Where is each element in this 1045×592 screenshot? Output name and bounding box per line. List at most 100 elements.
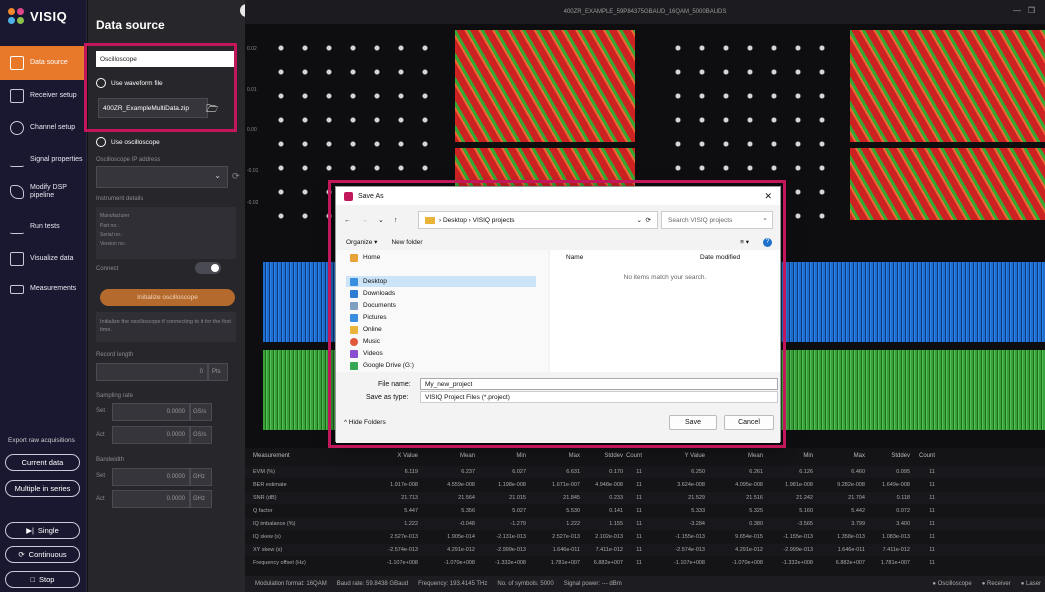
folder-open-icon[interactable]: 🗁 [206,102,218,119]
table-row: BER estimate 1.917e-008 4.559e-008 1.198e-0… [245,479,1045,491]
use-oscilloscope-radio[interactable]: Use oscilloscope [96,137,160,147]
table-header-cell: Count [918,453,935,459]
measurements-icon [10,284,24,294]
address-bar[interactable]: › Desktop › VISIQ projects ⌄ ⟳ [418,211,658,229]
nav-receiver-setup[interactable]: Receiver setup [0,79,87,113]
table-cell: 21.713 [401,495,418,501]
part-no-label: Part no.: [100,223,119,229]
sampling-rate-label: Sampling rate [96,393,134,399]
table-cell: SNR (dB) [253,495,277,501]
breadcrumb-desktop[interactable]: Desktop [443,217,467,224]
tree-item-online[interactable]: Online [346,324,536,335]
table-cell: 2.527e-013 [390,534,418,540]
bandwidth-label: Bandwidth [96,457,125,463]
ip-select[interactable]: ⌄ [96,166,228,188]
table-cell: 1.198e-008 [498,482,526,488]
chevron-down-icon[interactable]: ⌄ [378,216,384,224]
table-row: IQ imbalance (%) 1.222 -0.048 -1.279 1.222 1.… [245,518,1045,530]
toggle-knob [211,264,219,272]
view-icon[interactable]: ≡ ▾ [740,238,749,246]
forward-icon[interactable]: → [361,217,368,224]
record-length-input[interactable]: 0 [96,363,208,381]
desktop-icon [350,277,358,286]
table-cell: IQ skew (s) [253,534,281,540]
hide-folders-button[interactable]: ^ Hide Folders [344,419,386,426]
tree-label: Documents [363,302,396,309]
tree-item-documents[interactable]: Documents [346,300,536,311]
status-frequency: Frequency: 193.4145 THz [418,581,488,587]
restore-icon[interactable]: ❐ [1028,6,1035,15]
tree-item-home[interactable]: Home [346,252,536,263]
check-icon [96,78,106,88]
tests-icon [10,220,24,234]
table-cell: 21.529 [688,495,705,501]
table-cell: 4.559e-008 [447,482,475,488]
stop-button[interactable]: □ Stop [5,571,80,588]
nav-data-source[interactable]: Data source [0,46,87,80]
cancel-button[interactable]: Cancel [724,415,774,430]
use-waveform-radio[interactable]: Use waveform file [96,78,163,88]
table-cell: 1.646e-011 [552,547,580,553]
file-name-input[interactable]: My_new_project [420,378,778,390]
empty-message: No items match your search. [623,274,707,281]
tree-item-music[interactable]: Music [346,336,536,347]
table-header-cell: Min [516,453,526,459]
table-cell: -1.332e+008 [781,560,813,566]
nav-measurements[interactable]: Measurements [0,272,87,306]
table-cell: 11 [636,508,642,514]
refresh-icon[interactable]: ⟳ [232,171,240,182]
nav-visualize-data[interactable]: Visualize data [0,242,87,276]
multiple-series-button[interactable]: Multiple in series [5,480,80,497]
initialize-oscilloscope-button[interactable]: Initialize oscilloscope [100,289,235,306]
minimize-icon[interactable]: — [1013,6,1021,15]
sampling-set-input[interactable]: 0.0000 [112,403,190,421]
radio-icon [96,137,106,147]
tree-item-desktop[interactable]: Desktop [346,276,536,287]
table-cell: 1.781e+007 [550,560,580,566]
column-name[interactable]: Name [566,254,583,261]
nav-channel-setup[interactable]: Channel setup [0,111,87,145]
save-type-select[interactable]: VISIQ Project Files (*.project) [420,391,778,403]
table-cell: 11 [929,521,935,527]
table-cell: 6.126 [799,469,813,475]
tree-item-downloads[interactable]: Downloads [346,288,536,299]
table-cell: 6.631 [566,469,580,475]
waveform-file-input[interactable]: 400ZR_ExampleMultiData.zip [98,98,208,118]
search-input[interactable]: Search VISIQ projects ⌕ [661,211,773,229]
dialog-title: Save As [358,192,384,200]
data-source-panel: Data source Oscilloscope Use waveform fi… [88,0,245,592]
new-folder-button[interactable]: New folder [391,239,422,246]
organize-button[interactable]: Organize ▾ [346,238,377,246]
tree-item-google-drive[interactable]: Google Drive (G:) [346,360,536,371]
status-symbols: No. of symbols: 5000 [497,581,554,587]
refresh-icon[interactable]: ⌄ ⟳ [636,216,651,224]
table-cell: 0.095 [896,469,910,475]
nav-label: Data source [30,59,68,66]
table-cell: 1.671e-007 [552,482,580,488]
set-label: Set [96,473,106,479]
current-data-button[interactable]: Current data [5,454,80,471]
table-cell: Q factor [253,508,273,514]
bandwidth-set-input[interactable]: 0.0000 [112,468,190,486]
table-cell: 21.242 [796,495,813,501]
connect-toggle[interactable] [195,262,221,274]
nav-signal-properties[interactable]: Signal properties [0,143,87,177]
breadcrumb-folder[interactable]: VISIQ projects [473,217,515,224]
save-button[interactable]: Save [669,415,717,430]
tree-item-pictures[interactable]: Pictures [346,312,536,323]
close-icon[interactable]: ✕ [764,191,772,202]
column-date-modified[interactable]: Date modified [700,254,740,261]
nav-modify-dsp[interactable]: Modify DSP pipeline [0,175,87,209]
nav-run-tests[interactable]: Run tests [0,210,87,244]
nav-label: Signal properties [30,156,83,163]
back-icon[interactable]: ← [344,217,351,224]
continuous-button[interactable]: ⟳ Continuous [5,546,80,563]
up-icon[interactable]: ↑ [394,217,398,224]
tree-item-videos[interactable]: Videos [346,348,536,359]
single-button[interactable]: ▶| Single [5,522,80,539]
folder-icon [425,216,435,224]
table-cell: -2.574e-013 [388,547,418,553]
file-list: Name Date modified No items match your s… [550,250,780,372]
help-icon[interactable]: ? [763,237,772,247]
button-label: Stop [39,575,55,584]
